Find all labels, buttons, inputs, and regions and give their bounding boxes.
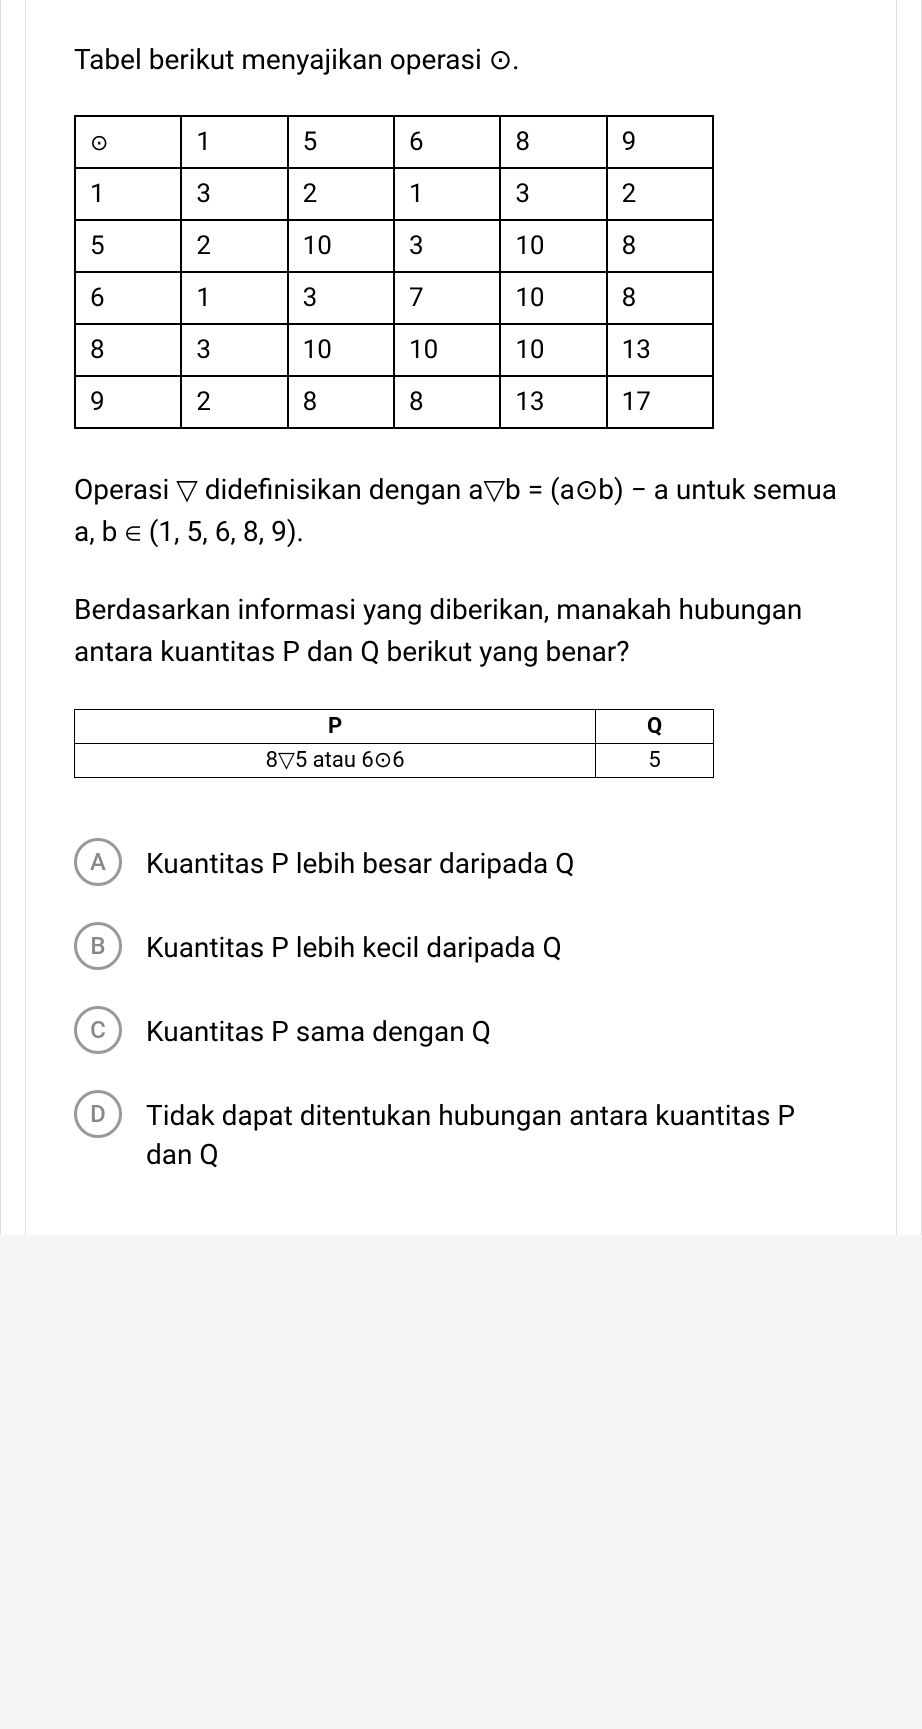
row-label: 5	[75, 220, 181, 272]
option-text-b: Kuantitas P lebih kecil daripada Q	[146, 922, 562, 967]
table-cell: 10	[394, 324, 500, 376]
option-b[interactable]: B Kuantitas P lebih kecil daripada Q	[74, 922, 848, 970]
op-symbol-cell: ⊙	[75, 116, 181, 168]
intro-paragraph: Tabel berikut menyajikan operasi ⊙.	[74, 40, 848, 79]
pq-header-row: P Q	[75, 710, 714, 744]
options-list: A Kuantitas P lebih besar daripada Q B K…	[74, 838, 848, 1174]
table-cell: 13	[607, 324, 713, 376]
table-cell: 10	[288, 324, 394, 376]
table-cell: 2	[288, 168, 394, 220]
table-cell: 8	[288, 376, 394, 428]
table-cell: 10	[288, 220, 394, 272]
header-cell: 6	[394, 116, 500, 168]
pq-header-q: Q	[596, 710, 714, 744]
table-cell: 1	[394, 168, 500, 220]
definition-paragraph: Operasi ▽ didefinisikan dengan a▽b = (a⊙…	[74, 469, 848, 553]
table-cell: 1	[181, 272, 287, 324]
pq-value-q: 5	[596, 744, 714, 778]
table-row: 6 1 3 7 10 8	[75, 272, 713, 324]
table-cell: 10	[500, 324, 606, 376]
table-header-row: ⊙ 1 5 6 8 9	[75, 116, 713, 168]
pq-header-p: P	[75, 710, 596, 744]
table-row: 9 2 8 8 13 17	[75, 376, 713, 428]
header-cell: 8	[500, 116, 606, 168]
page-wrapper: Tabel berikut menyajikan operasi ⊙. ⊙ 1 …	[0, 0, 922, 1235]
row-label: 1	[75, 168, 181, 220]
table-cell: 2	[181, 376, 287, 428]
option-text-d: Tidak dapat ditentukan hubungan antara k…	[146, 1090, 848, 1174]
pq-value-p: 8▽5 atau 6⊙6	[75, 744, 596, 778]
question-paragraph: Berdasarkan informasi yang diberikan, ma…	[74, 589, 848, 673]
table-cell: 7	[394, 272, 500, 324]
header-cell: 1	[181, 116, 287, 168]
table-cell: 10	[500, 272, 606, 324]
option-a[interactable]: A Kuantitas P lebih besar daripada Q	[74, 838, 848, 886]
table-cell: 13	[500, 376, 606, 428]
row-label: 8	[75, 324, 181, 376]
table-row: 8 3 10 10 10 13	[75, 324, 713, 376]
option-letter-d: D	[74, 1090, 122, 1138]
table-row: 1 3 2 1 3 2	[75, 168, 713, 220]
table-cell: 8	[394, 376, 500, 428]
row-label: 9	[75, 376, 181, 428]
header-cell: 5	[288, 116, 394, 168]
table-cell: 8	[607, 220, 713, 272]
table-cell: 3	[181, 168, 287, 220]
table-cell: 3	[500, 168, 606, 220]
header-cell: 9	[607, 116, 713, 168]
pq-data-row: 8▽5 atau 6⊙6 5	[75, 744, 714, 778]
table-row: 5 2 10 3 10 8	[75, 220, 713, 272]
option-letter-a: A	[74, 838, 122, 886]
table-cell: 8	[607, 272, 713, 324]
table-cell: 2	[181, 220, 287, 272]
content-card: Tabel berikut menyajikan operasi ⊙. ⊙ 1 …	[25, 0, 897, 1235]
option-text-a: Kuantitas P lebih besar daripada Q	[146, 838, 575, 883]
pq-table: P Q 8▽5 atau 6⊙6 5	[74, 709, 714, 778]
table-cell: 3	[394, 220, 500, 272]
table-cell: 3	[181, 324, 287, 376]
option-letter-c: C	[74, 1006, 122, 1054]
table-cell: 10	[500, 220, 606, 272]
option-text-c: Kuantitas P sama dengan Q	[146, 1006, 491, 1051]
table-cell: 2	[607, 168, 713, 220]
table-cell: 3	[288, 272, 394, 324]
row-label: 6	[75, 272, 181, 324]
option-letter-b: B	[74, 922, 122, 970]
table-cell: 17	[607, 376, 713, 428]
option-c[interactable]: C Kuantitas P sama dengan Q	[74, 1006, 848, 1054]
option-d[interactable]: D Tidak dapat ditentukan hubungan antara…	[74, 1090, 848, 1174]
operation-table: ⊙ 1 5 6 8 9 1 3 2 1 3 2 5 2 10 3 10	[74, 115, 714, 429]
